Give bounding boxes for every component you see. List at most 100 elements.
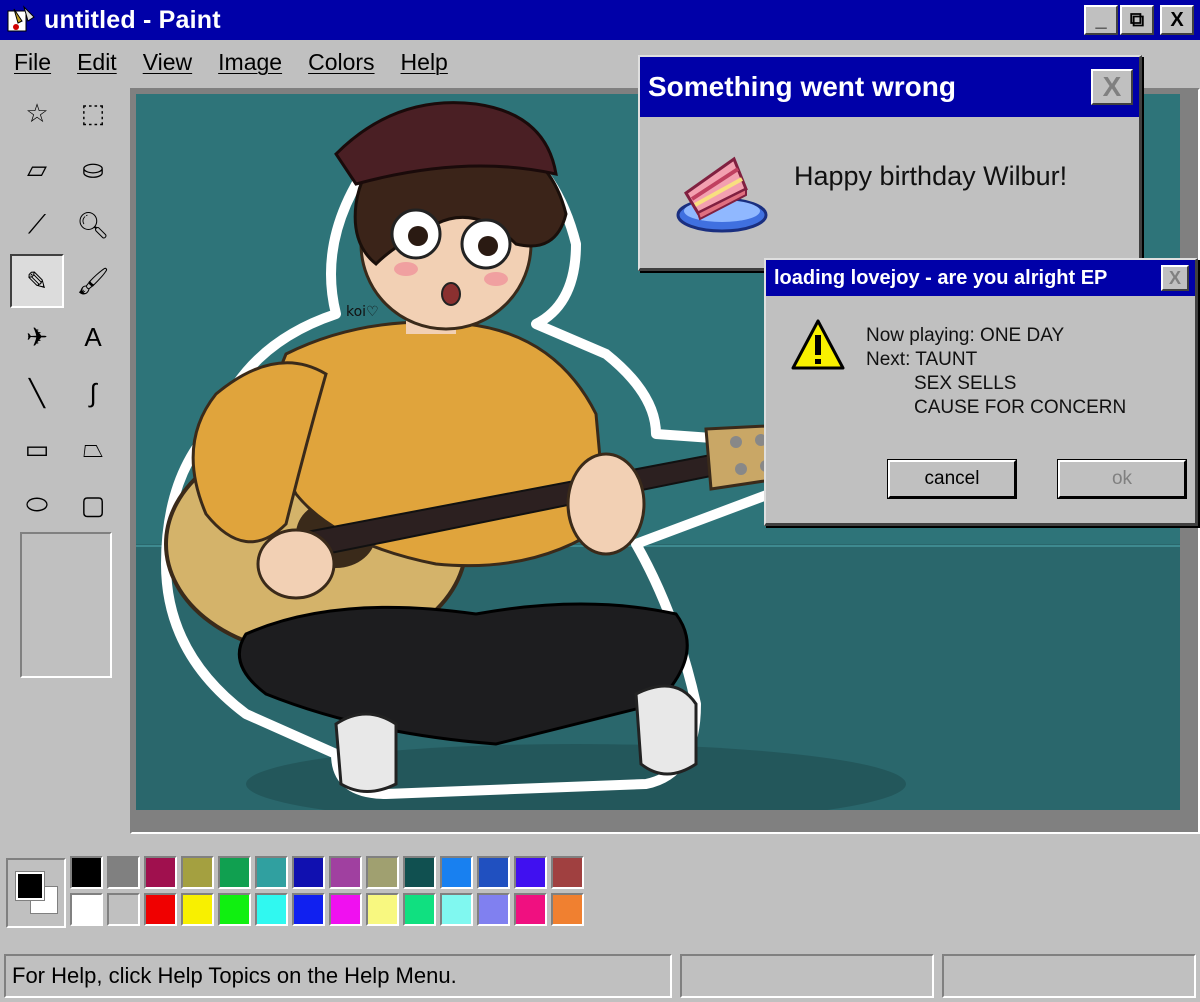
airbrush-icon: ✈: [26, 321, 48, 352]
tool-button[interactable]: ∫: [66, 366, 120, 420]
lovejoy-track-list: Now playing: ONE DAY Next: TAUNT SEX SEL…: [866, 324, 1126, 420]
menu-file[interactable]: File: [14, 49, 51, 76]
color-picker-icon: ⟋: [27, 209, 47, 239]
tool-button[interactable]: ⬚: [66, 86, 120, 140]
lovejoy-dialog-close-button[interactable]: X: [1161, 265, 1189, 291]
menu-help[interactable]: Help: [401, 49, 448, 76]
menu-edit[interactable]: Edit: [77, 49, 117, 76]
lovejoy-dialog-titlebar[interactable]: loading lovejoy - are you alright EP X: [766, 260, 1195, 296]
tool-button[interactable]: ✈: [10, 310, 64, 364]
paint-app-icon: [6, 5, 36, 35]
curve-icon: ∫: [89, 377, 97, 408]
tool-button[interactable]: ⟋: [10, 198, 64, 252]
tool-button[interactable]: ☆: [10, 86, 64, 140]
restore-icon: ⧉: [1129, 8, 1145, 31]
minimize-button[interactable]: _: [1084, 5, 1118, 35]
brush-icon: 🖌︎: [76, 265, 110, 296]
title-bar[interactable]: untitled - Paint _ ⧉ X: [0, 0, 1200, 40]
status-pane-size: [942, 954, 1196, 998]
color-swatch[interactable]: [292, 856, 325, 889]
line-icon: ╲: [29, 377, 45, 408]
maximize-button[interactable]: ⧉: [1120, 5, 1154, 35]
birthday-dialog-close-button[interactable]: X: [1091, 69, 1133, 105]
color-swatch[interactable]: [218, 893, 251, 926]
color-swatch[interactable]: [551, 856, 584, 889]
color-swatch[interactable]: [477, 856, 510, 889]
color-swatch[interactable]: [403, 893, 436, 926]
color-swatch[interactable]: [514, 893, 547, 926]
queue-line-2: CAUSE FOR CONCERN: [914, 397, 1127, 418]
cancel-button[interactable]: cancel: [887, 459, 1017, 499]
tool-button[interactable]: ▱: [10, 142, 64, 196]
now-playing-line: Now playing: ONE DAY: [866, 325, 1065, 346]
polygon-icon: ⏢: [82, 433, 104, 463]
color-swatch[interactable]: [255, 856, 288, 889]
color-swatch[interactable]: [440, 856, 473, 889]
status-help-text: For Help, click Help Topics on the Help …: [4, 954, 672, 998]
rounded-rect-icon: ▢: [80, 489, 106, 520]
rect-select-icon: ⬚: [80, 97, 106, 128]
current-colors[interactable]: [6, 858, 66, 928]
close-icon: X: [1170, 8, 1184, 31]
color-swatch[interactable]: [181, 856, 214, 889]
color-swatch[interactable]: [403, 856, 436, 889]
lovejoy-dialog-title: loading lovejoy - are you alright EP: [774, 266, 1108, 289]
tool-box: ☆ ⬚ ▱ ⛀ ⟋ 🔍︎ ✎ 🖌︎ ✈ A ╲ ∫ ▭ ⏢ ⬭ ▢: [6, 86, 124, 832]
foreground-color[interactable]: [15, 871, 45, 901]
color-swatch[interactable]: [144, 856, 177, 889]
color-swatch[interactable]: [107, 893, 140, 926]
tool-button[interactable]: ⬭: [10, 478, 64, 532]
artist-signature: koi♡: [346, 304, 379, 320]
color-swatch[interactable]: [514, 856, 547, 889]
color-swatch[interactable]: [107, 856, 140, 889]
color-swatch[interactable]: [329, 893, 362, 926]
color-swatch[interactable]: [255, 893, 288, 926]
palette-swatches: [70, 856, 584, 926]
color-swatch[interactable]: [366, 856, 399, 889]
close-icon: X: [1168, 267, 1181, 288]
tool-button[interactable]: 🔍︎: [66, 198, 120, 252]
color-swatch[interactable]: [70, 893, 103, 926]
status-bar: For Help, click Help Topics on the Help …: [0, 950, 1200, 1002]
minimize-icon: _: [1095, 8, 1107, 31]
text-icon: A: [84, 321, 102, 352]
tool-button[interactable]: ✎: [10, 254, 64, 308]
menu-colors[interactable]: Colors: [308, 49, 374, 76]
color-swatch[interactable]: [292, 893, 325, 926]
next-line: Next: TAUNT: [866, 349, 978, 370]
color-palette: [0, 848, 1200, 934]
birthday-dialog: Something went wrong X Happy birthday Wi…: [638, 55, 1142, 271]
window-title: untitled - Paint: [44, 5, 221, 34]
color-swatch[interactable]: [366, 893, 399, 926]
warning-icon: [790, 318, 846, 377]
tool-button[interactable]: ▢: [66, 478, 120, 532]
eraser-icon: ▱: [27, 153, 47, 184]
menu-view[interactable]: View: [143, 49, 192, 76]
close-icon: X: [1102, 71, 1122, 102]
color-swatch[interactable]: [144, 893, 177, 926]
tool-button[interactable]: A: [66, 310, 120, 364]
color-swatch[interactable]: [329, 856, 362, 889]
cake-icon: [676, 153, 768, 238]
color-swatch[interactable]: [181, 893, 214, 926]
ok-button[interactable]: ok: [1057, 459, 1187, 499]
color-swatch[interactable]: [551, 893, 584, 926]
menu-image[interactable]: Image: [218, 49, 282, 76]
fill-bucket-icon: ⛀: [82, 153, 104, 184]
tool-button[interactable]: ⛀: [66, 142, 120, 196]
birthday-message: Happy birthday Wilbur!: [794, 161, 1068, 191]
color-swatch[interactable]: [70, 856, 103, 889]
tool-button[interactable]: ▭: [10, 422, 64, 476]
tool-options-panel[interactable]: [20, 532, 112, 678]
color-swatch[interactable]: [477, 893, 510, 926]
color-swatch[interactable]: [218, 856, 251, 889]
tool-button[interactable]: ╲: [10, 366, 64, 420]
close-button[interactable]: X: [1160, 5, 1194, 35]
tool-button[interactable]: ⏢: [66, 422, 120, 476]
ellipse-icon: ⬭: [25, 489, 49, 519]
rectangle-icon: ▭: [24, 433, 50, 464]
birthday-dialog-titlebar[interactable]: Something went wrong X: [640, 57, 1139, 117]
color-swatch[interactable]: [440, 893, 473, 926]
free-select-icon: ☆: [25, 97, 49, 128]
tool-button[interactable]: 🖌︎: [66, 254, 120, 308]
